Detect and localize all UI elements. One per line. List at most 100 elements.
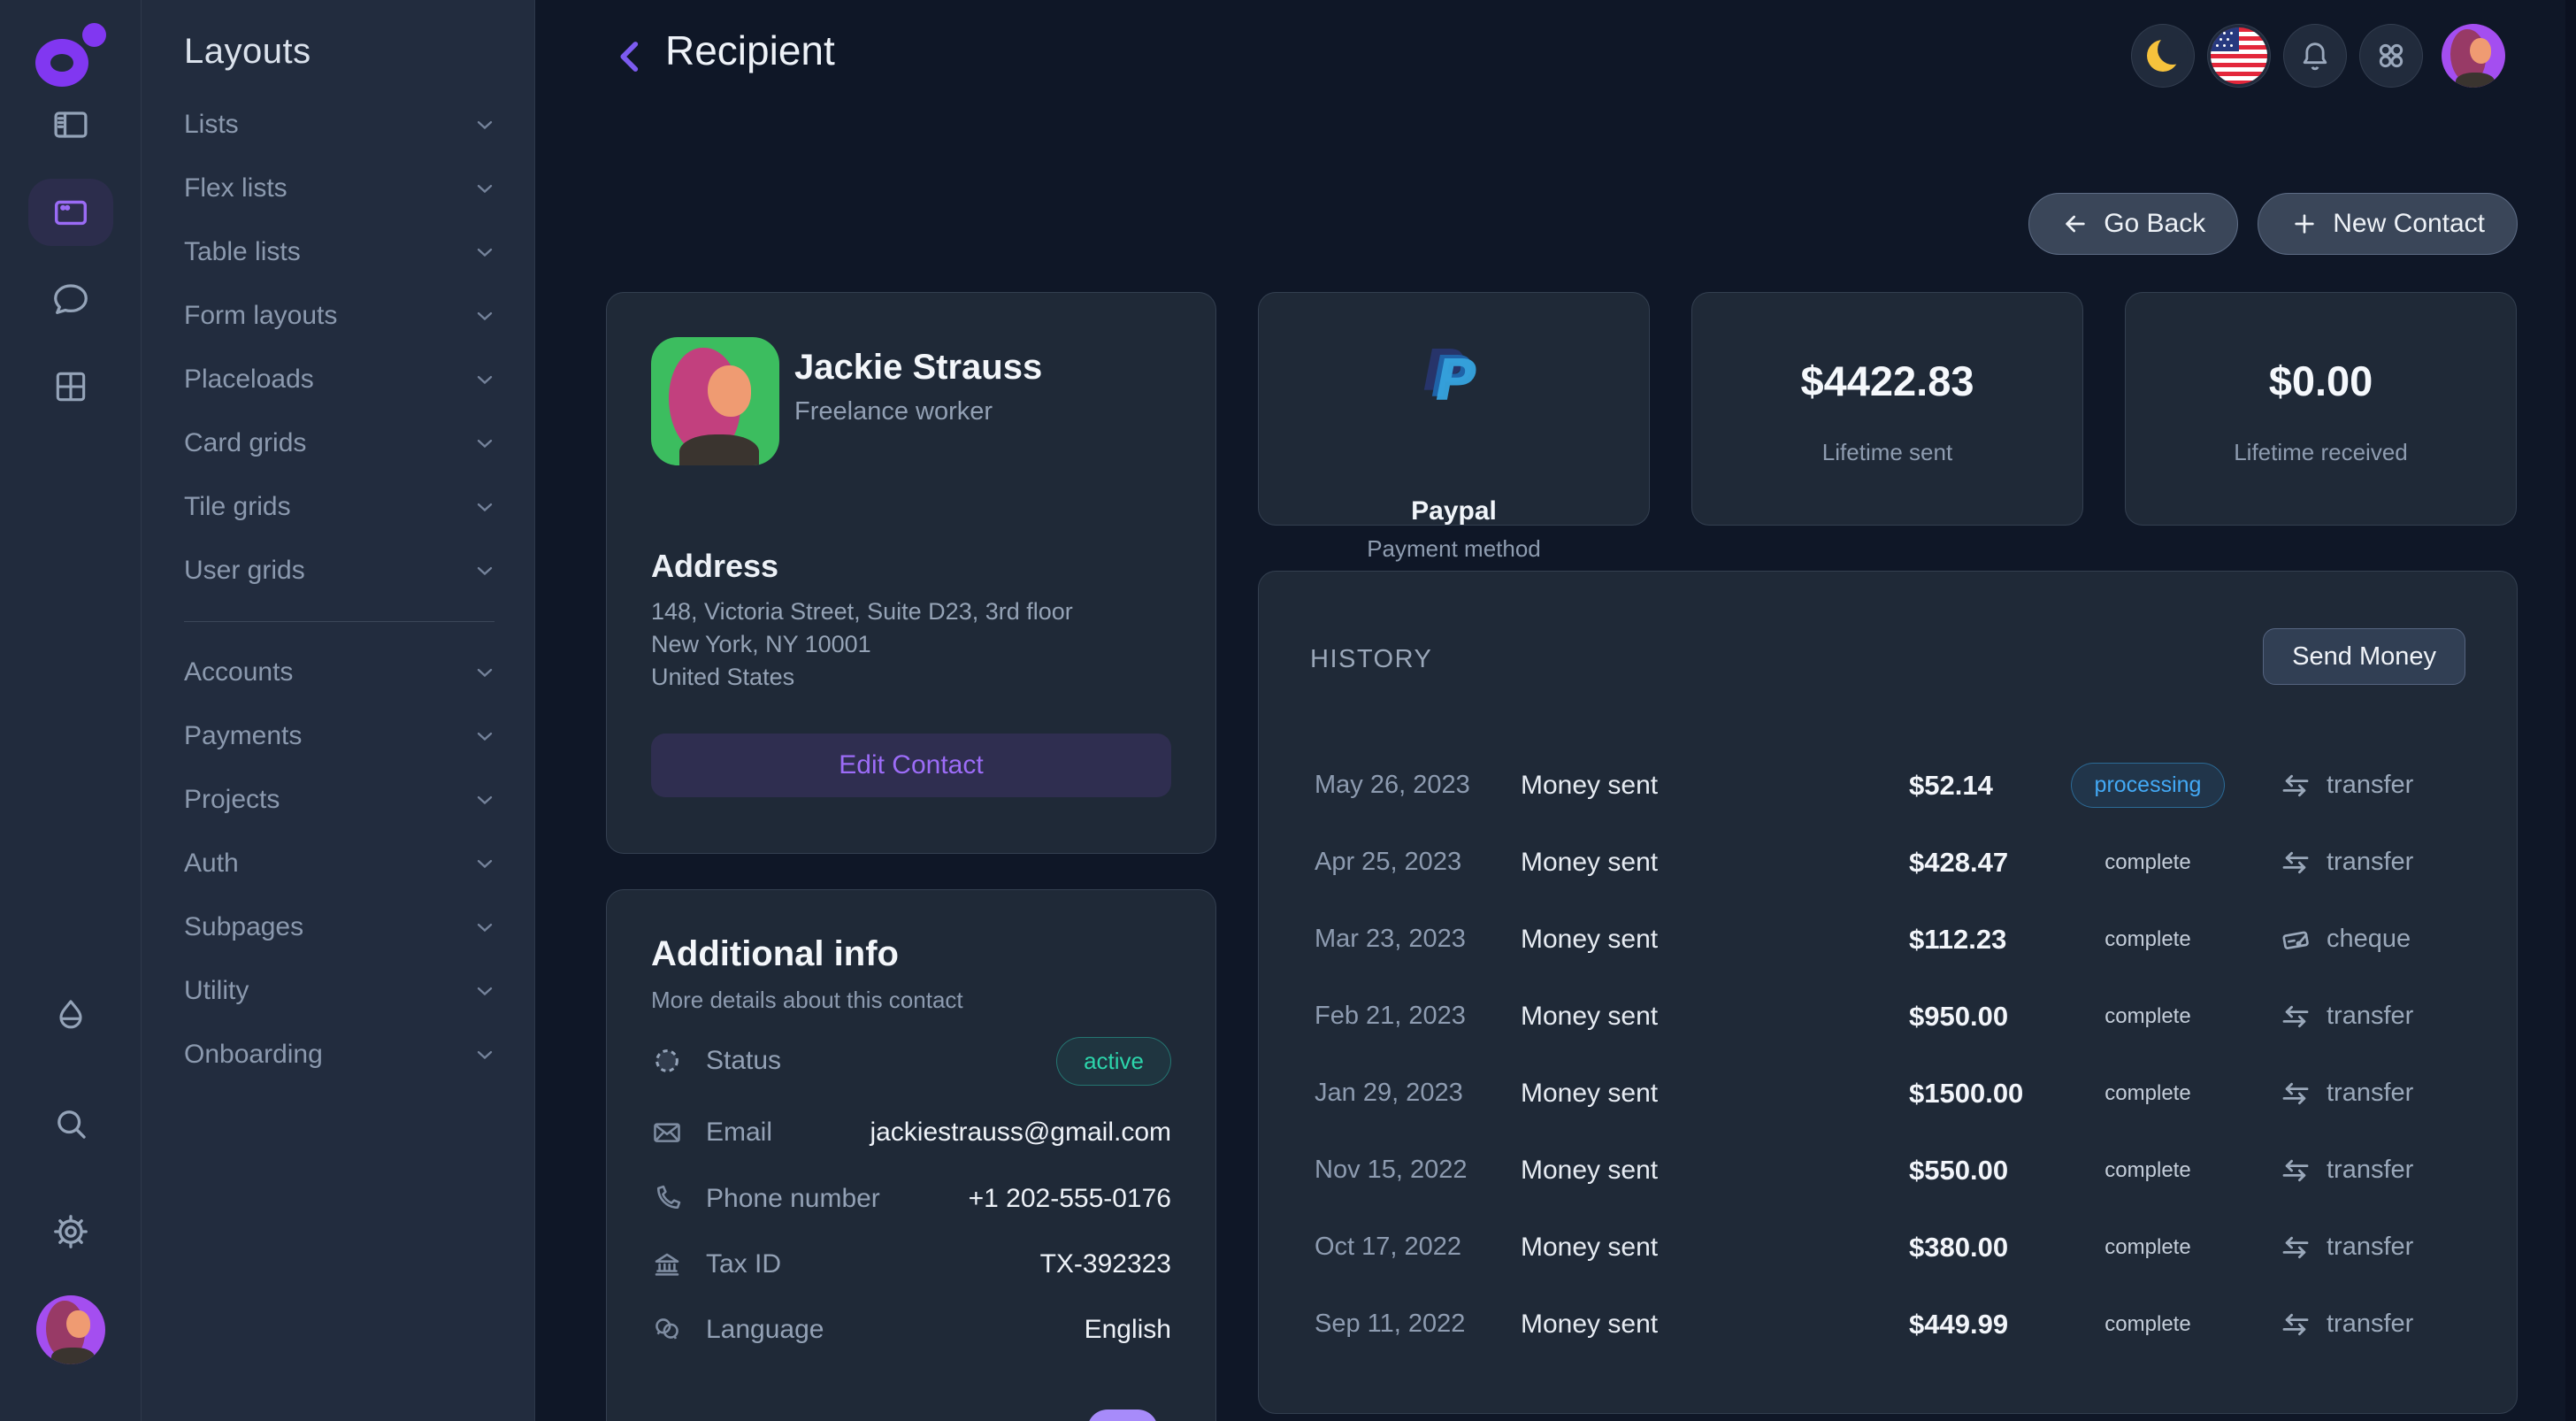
sidebar-item-label: Payments <box>184 721 302 751</box>
logo-ring <box>35 39 88 87</box>
notifications-button[interactable] <box>2283 24 2347 88</box>
sidebar-item-card-grids[interactable]: Card grids <box>184 411 497 475</box>
method-label: transfer <box>2327 1079 2413 1108</box>
sidebar-item-lists[interactable]: Lists <box>184 93 497 157</box>
row-status: complete <box>2064 850 2232 875</box>
bank-icon <box>651 1248 686 1280</box>
contact-avatar <box>651 337 779 465</box>
row-method: cheque <box>2279 923 2411 956</box>
sidebar-item-label: Card grids <box>184 428 306 458</box>
method-label: cheque <box>2327 925 2411 954</box>
table-row[interactable]: Jan 29, 2023 Money sent $1500.00 complet… <box>1310 1055 2465 1132</box>
chevron-down-icon <box>472 558 497 583</box>
row-amount: $1500.00 <box>1909 1078 2023 1110</box>
chevron-down-icon <box>472 240 497 265</box>
sidebar-item-tile-grids[interactable]: Tile grids <box>184 475 497 539</box>
status-dashed-circle-icon <box>651 1045 686 1077</box>
chevron-down-icon <box>472 495 497 519</box>
table-row[interactable]: Feb 21, 2023 Money sent $950.00 complete… <box>1310 978 2465 1055</box>
row-date: Feb 21, 2023 <box>1315 1002 1518 1031</box>
rail-item-layouts-active[interactable] <box>28 179 113 246</box>
phone-value: +1 202-555-0176 <box>969 1184 1171 1214</box>
table-row[interactable]: Apr 25, 2023 Money sent $428.47 complete… <box>1310 824 2465 901</box>
transfer-icon <box>2279 1154 2312 1187</box>
page-title: Recipient <box>665 27 835 74</box>
tax-id-value: TX-392323 <box>1040 1249 1171 1279</box>
sidebar-item-placeloads[interactable]: Placeloads <box>184 348 497 411</box>
table-row[interactable]: Oct 17, 2022 Money sent $380.00 complete… <box>1310 1209 2465 1286</box>
table-row[interactable]: Mar 23, 2023 Money sent $112.23 complete… <box>1310 901 2465 978</box>
row-type: Money sent <box>1521 1002 1658 1032</box>
chat-icon[interactable] <box>50 279 91 319</box>
method-label: transfer <box>2327 1156 2413 1185</box>
sidebar-item-projects[interactable]: Projects <box>184 768 497 832</box>
sidebar-item-payments[interactable]: Payments <box>184 704 497 768</box>
partial-button[interactable] <box>1087 1409 1158 1421</box>
droplet-icon[interactable] <box>51 996 90 1035</box>
sidebar-item-label: Flex lists <box>184 173 288 204</box>
row-status: complete <box>2064 1312 2232 1337</box>
history-title: HISTORY <box>1310 645 1432 674</box>
rail-user-avatar[interactable] <box>36 1295 105 1364</box>
sidebar-item-table-lists[interactable]: Table lists <box>184 220 497 284</box>
sidebar-item-subpages[interactable]: Subpages <box>184 895 497 959</box>
language-flag-button[interactable] <box>2207 24 2271 88</box>
field-tax-id: Tax ID TX-392323 <box>651 1237 1171 1292</box>
sidebar-item-label: Utility <box>184 976 249 1006</box>
dark-mode-toggle[interactable] <box>2131 24 2195 88</box>
grid-icon[interactable] <box>51 367 90 406</box>
sidebar-item-label: Placeloads <box>184 365 314 395</box>
transfer-icon <box>2279 846 2312 879</box>
sidebar: Layouts Lists Flex lists Table lists For… <box>142 0 535 1421</box>
scrollbar[interactable] <box>2565 0 2576 1421</box>
gear-icon[interactable] <box>51 1212 90 1251</box>
apps-grid-icon <box>2373 38 2409 73</box>
sidebar-item-user-grids[interactable]: User grids <box>184 539 497 603</box>
row-type: Money sent <box>1521 1310 1658 1340</box>
new-contact-button[interactable]: New Contact <box>2258 193 2518 255</box>
row-method: transfer <box>2279 769 2413 803</box>
active-status-badge: active <box>1056 1037 1171 1086</box>
apps-button[interactable] <box>2359 24 2423 88</box>
window-icon <box>50 192 91 233</box>
language-bubbles-icon <box>651 1314 686 1346</box>
table-row[interactable]: Sep 11, 2022 Money sent $449.99 complete… <box>1310 1286 2465 1363</box>
send-money-button[interactable]: Send Money <box>2263 628 2465 685</box>
avatar-body <box>679 434 759 465</box>
sidebar-item-flex-lists[interactable]: Flex lists <box>184 157 497 220</box>
method-label: transfer <box>2327 1310 2413 1339</box>
arrow-left-icon <box>2061 210 2089 238</box>
contact-name: Jackie Strauss <box>794 348 1042 388</box>
additional-info-subtitle: More details about this contact <box>651 987 1171 1014</box>
lifetime-received-card: $0.00 Lifetime received <box>2125 292 2517 526</box>
tax-id-label: Tax ID <box>706 1249 781 1279</box>
app-logo[interactable] <box>35 23 108 88</box>
edit-contact-button[interactable]: Edit Contact <box>651 734 1171 797</box>
row-date: Sep 11, 2022 <box>1315 1310 1518 1339</box>
avatar-face <box>708 365 751 417</box>
sidebar-item-accounts[interactable]: Accounts <box>184 641 497 704</box>
method-label: transfer <box>2327 771 2413 800</box>
sidebar-item-label: Table lists <box>184 237 301 267</box>
table-row[interactable]: May 26, 2023 Money sent $52.14 processin… <box>1310 747 2465 824</box>
sidebar-toggle-panel-icon[interactable] <box>50 104 91 145</box>
table-row[interactable]: Nov 15, 2022 Money sent $550.00 complete… <box>1310 1132 2465 1209</box>
back-chevron-icon[interactable] <box>609 34 655 80</box>
address-title: Address <box>651 548 778 585</box>
additional-info-title: Additional info <box>651 934 1171 974</box>
lifetime-received-label: Lifetime received <box>2126 439 2516 466</box>
search-icon[interactable] <box>51 1104 90 1143</box>
sidebar-item-auth[interactable]: Auth <box>184 832 497 895</box>
row-method: transfer <box>2279 846 2413 879</box>
history-card: HISTORY Send Money May 26, 2023 Money se… <box>1258 571 2518 1414</box>
go-back-button[interactable]: Go Back <box>2028 193 2238 255</box>
sidebar-item-form-layouts[interactable]: Form layouts <box>184 284 497 348</box>
chevron-down-icon <box>472 787 497 812</box>
row-date: May 26, 2023 <box>1315 771 1518 800</box>
language-value: English <box>1085 1315 1171 1345</box>
sidebar-item-utility[interactable]: Utility <box>184 959 497 1023</box>
header-user-avatar[interactable] <box>2442 24 2505 88</box>
sidebar-item-onboarding[interactable]: Onboarding <box>184 1023 497 1087</box>
sidebar-item-label: Auth <box>184 849 239 879</box>
transfer-icon <box>2279 1231 2312 1264</box>
